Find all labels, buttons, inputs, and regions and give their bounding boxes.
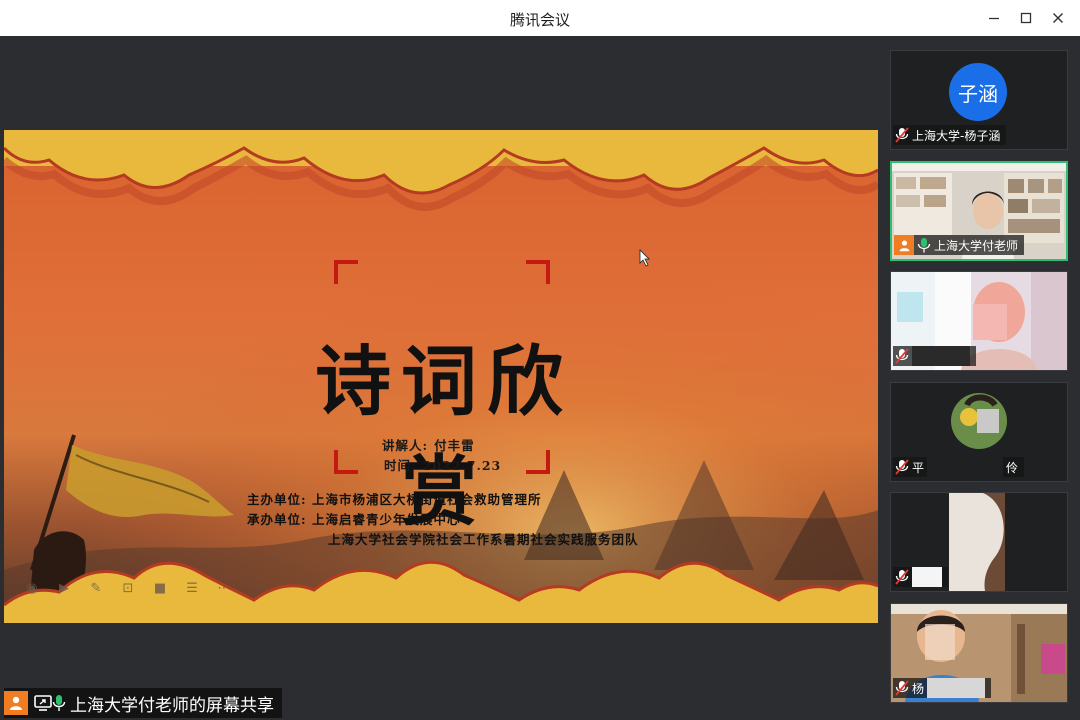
- camera-icon[interactable]: ■: [152, 582, 168, 596]
- subtitle-icon[interactable]: ☰: [184, 582, 200, 596]
- microphone-icon: [917, 238, 931, 253]
- host-label: 主办单位:: [247, 492, 307, 507]
- presentation-slide: 诗词欣赏 讲解人: 付丰雷 时间: 2022.7.23 主办单位: 上海市杨浦区大桥…: [4, 130, 878, 623]
- slide-date-line: 时间: 2022.7.23: [384, 455, 501, 474]
- participant-tile[interactable]: 平 伶: [890, 382, 1068, 482]
- name-blur: [912, 346, 970, 366]
- participant-name-tag: [893, 346, 976, 366]
- speaker-name: 付丰雷: [434, 438, 475, 453]
- host-line: 主办单位: 上海市杨浦区大桥街道社会救助管理所: [247, 489, 542, 508]
- mic-muted-icon: [895, 127, 909, 143]
- mic-muted-icon: [895, 569, 909, 585]
- video-prev-icon[interactable]: ◉: [24, 582, 40, 596]
- participant-name-tag: 杨: [893, 678, 992, 698]
- participant-name: 上海大学付老师: [934, 238, 1019, 253]
- pen-icon[interactable]: ✎: [88, 582, 104, 596]
- shared-screen-stage[interactable]: 诗词欣赏 讲解人: 付丰雷 时间: 2022.7.23 主办单位: 上海市杨浦区大桥…: [4, 36, 878, 720]
- participant-name-tag: 上海大学付老师: [894, 235, 1025, 255]
- close-button[interactable]: [1043, 4, 1073, 32]
- mic-muted-icon: [895, 348, 909, 364]
- name-blur: [912, 567, 942, 587]
- date-value: 2022.7.23: [422, 458, 502, 473]
- organizer-value: 上海启睿青少年发展中心: [311, 512, 461, 527]
- mic-muted-icon: [895, 680, 909, 696]
- close-icon: [1053, 13, 1063, 23]
- participant-tile[interactable]: 子涵 上海大学-杨子涵: [890, 50, 1068, 150]
- microphone-icon: [52, 695, 66, 711]
- participant-name: 杨: [912, 681, 925, 696]
- speaker-label: 讲解人:: [382, 438, 429, 453]
- participant-tile[interactable]: 杨: [890, 603, 1068, 703]
- more-icon[interactable]: ⋯: [216, 582, 232, 596]
- participant-tile[interactable]: [890, 492, 1068, 592]
- slide-speaker-line: 讲解人: 付丰雷: [382, 435, 475, 454]
- name-blur: [927, 678, 986, 698]
- title-bar: 腾讯会议: [0, 0, 1080, 37]
- screen-share-icon: [34, 695, 52, 711]
- participant-name-suffix: 伶: [1006, 460, 1019, 475]
- video-play-icon[interactable]: ▶: [56, 582, 72, 596]
- minimize-icon: [989, 17, 999, 20]
- minimize-button[interactable]: [979, 4, 1009, 32]
- host-value: 上海市杨浦区大桥街道社会救助管理所: [311, 492, 542, 507]
- organizer-line: 承办单位: 上海启睿青少年发展中心: [247, 509, 461, 528]
- name-blur: [927, 457, 1004, 477]
- participant-name-tag: 平 伶: [893, 457, 1025, 477]
- organizer-label: 承办单位:: [247, 512, 307, 527]
- meeting-main-area: 诗词欣赏 讲解人: 付丰雷 时间: 2022.7.23 主办单位: 上海市杨浦区大桥…: [0, 36, 1080, 720]
- participant-list: 子涵 上海大学-杨子涵 上海大学付老师 平 伶 杨: [880, 36, 1080, 720]
- participant-name-prefix: 平: [912, 460, 925, 475]
- participant-tile-active[interactable]: 上海大学付老师: [890, 161, 1068, 261]
- participant-name-tag: 上海大学-杨子涵: [893, 125, 1007, 145]
- organizer-line-2: 上海大学社会学院社会工作系暑期社会实践服务团队: [328, 532, 639, 547]
- participant-avatar: 子涵: [949, 63, 1007, 121]
- maximize-button[interactable]: [1011, 4, 1041, 32]
- participant-name-tag: [893, 567, 948, 587]
- mic-muted-icon: [895, 459, 909, 475]
- date-label: 时间:: [384, 458, 417, 473]
- host-badge-icon: [894, 235, 914, 255]
- window-title: 腾讯会议: [509, 11, 570, 29]
- host-avatar-icon: [4, 691, 28, 715]
- participant-tile[interactable]: [890, 271, 1068, 371]
- maximize-icon: [1020, 12, 1032, 24]
- participant-name: 上海大学-杨子涵: [912, 128, 1001, 143]
- screen-share-label-text: 上海大学付老师的屏幕共享: [70, 695, 274, 716]
- focus-icon[interactable]: ⊡: [120, 582, 136, 596]
- screen-share-label: 上海大学付老师的屏幕共享: [4, 688, 282, 718]
